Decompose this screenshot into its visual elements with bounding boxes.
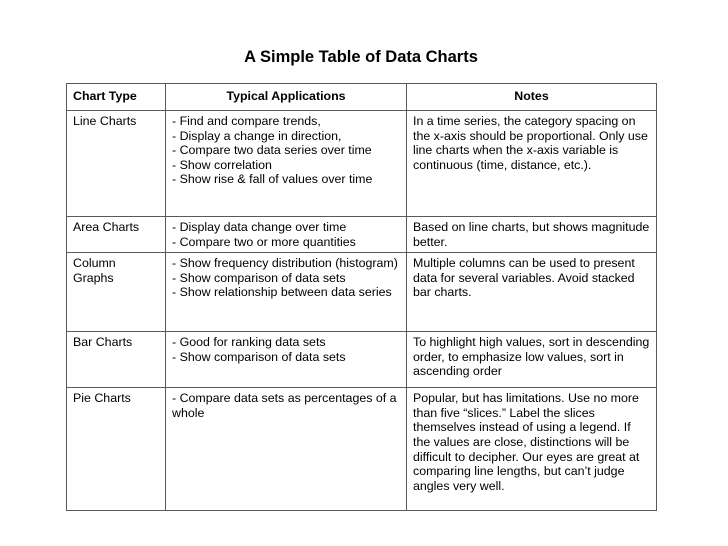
application-item: - Good for ranking data sets bbox=[172, 335, 326, 350]
application-item: - Display data change over time bbox=[172, 220, 347, 234]
notes-cell: Popular, but has limitations. Use no mor… bbox=[406, 387, 657, 512]
notes-cell: In a time series, the category spacing o… bbox=[406, 110, 657, 217]
applications-cell: - Show frequency distribution (histogram… bbox=[165, 252, 407, 333]
application-item: - Find and compare trends, bbox=[172, 114, 321, 128]
chart-type-cell: Area Charts bbox=[66, 215, 166, 254]
application-item: - Show comparison of data sets bbox=[172, 349, 346, 364]
table-row: Bar Charts - Good for ranking data sets … bbox=[66, 331, 657, 389]
table-row: Line Charts - Find and compare trends, -… bbox=[66, 110, 657, 217]
table-row: Pie Charts - Compare data sets as percen… bbox=[66, 387, 657, 512]
table-header-row: Chart Type Typical Applications Notes bbox=[66, 83, 657, 111]
chart-type-cell: Pie Charts bbox=[66, 387, 166, 512]
application-item: - Show frequency distribution (histogram… bbox=[172, 256, 398, 271]
table-row: Column Graphs - Show frequency distribut… bbox=[66, 252, 657, 333]
header-typical-applications: Typical Applications bbox=[165, 83, 407, 111]
application-item: - Compare data sets as percentages of a … bbox=[172, 391, 397, 420]
application-item: - Show correlation bbox=[172, 157, 272, 172]
notes-cell: Multiple columns can be used to present … bbox=[406, 252, 657, 333]
page-title: A Simple Table of Data Charts bbox=[244, 48, 478, 66]
application-item: - Show comparison of data sets bbox=[172, 270, 346, 285]
application-item: - Compare two data series over time bbox=[172, 143, 372, 158]
applications-cell: - Display data change over time - Compar… bbox=[165, 215, 407, 254]
header-notes: Notes bbox=[406, 83, 657, 111]
application-item: - Display a change in direction, bbox=[172, 128, 342, 143]
application-item: - Compare two or more quantities bbox=[172, 234, 356, 249]
applications-cell: - Find and compare trends, - Display a c… bbox=[165, 110, 407, 217]
application-item: - Show relationship between data series bbox=[172, 285, 392, 300]
chart-type-cell: Bar Charts bbox=[66, 331, 166, 389]
table-row: Area Charts - Display data change over t… bbox=[66, 215, 657, 254]
chart-type-cell: Column Graphs bbox=[66, 252, 166, 333]
header-chart-type: Chart Type bbox=[66, 83, 166, 111]
applications-cell: - Compare data sets as percentages of a … bbox=[165, 387, 407, 512]
application-item: - Show rise & fall of values over time bbox=[172, 172, 373, 187]
chart-type-cell: Line Charts bbox=[66, 110, 166, 217]
notes-cell: To highlight high values, sort in descen… bbox=[406, 331, 657, 389]
applications-cell: - Good for ranking data sets - Show comp… bbox=[165, 331, 407, 389]
data-charts-table: Chart Type Typical Applications Notes Li… bbox=[66, 83, 657, 512]
notes-cell: Based on line charts, but shows magnitud… bbox=[406, 215, 657, 254]
